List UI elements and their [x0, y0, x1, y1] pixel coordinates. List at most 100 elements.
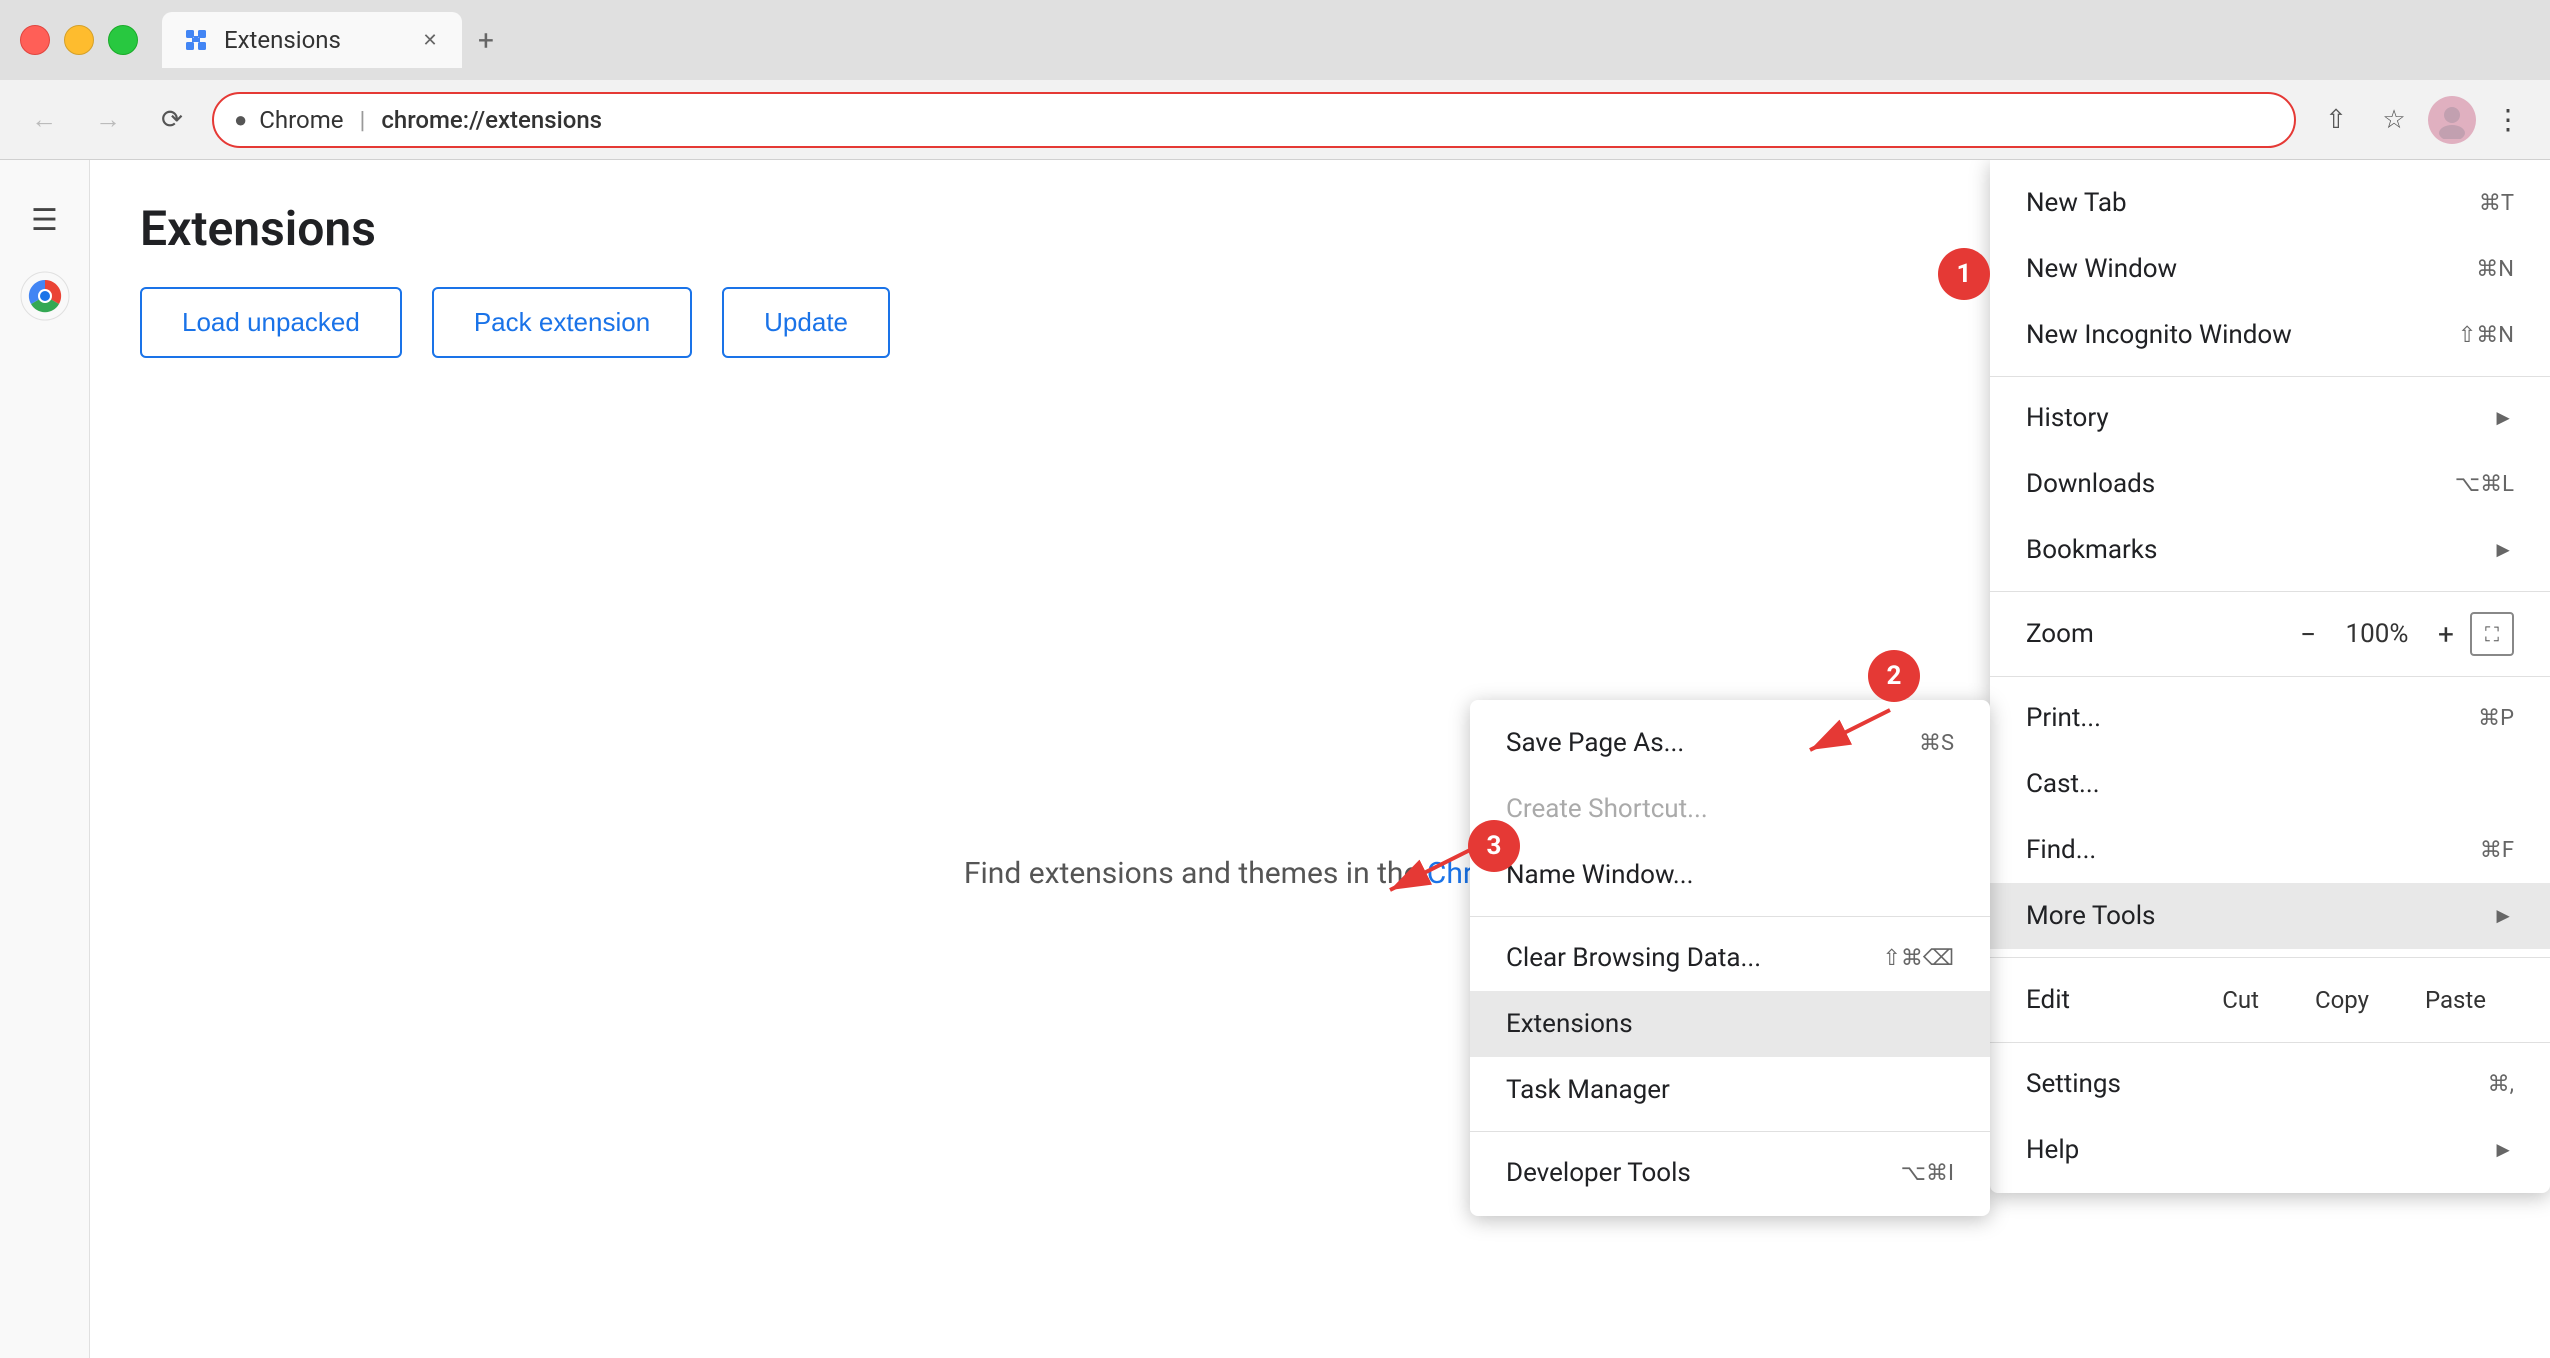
tab-bar: Extensions ✕ + — [162, 12, 2530, 68]
profile-button[interactable] — [2428, 96, 2476, 144]
menu-item-new-tab-label: New Tab — [2026, 188, 2127, 218]
menu-divider-4 — [1990, 957, 2550, 958]
tab-close-button[interactable]: ✕ — [418, 28, 442, 52]
menu-item-print-label: Print... — [2026, 703, 2101, 733]
share-button[interactable]: ⇧ — [2312, 96, 2360, 144]
step-badge-2: 2 — [1868, 650, 1920, 702]
menu-item-find[interactable]: Find... ⌘F — [1990, 817, 2550, 883]
zoom-value: 100% — [2332, 619, 2422, 649]
maximize-button[interactable] — [108, 25, 138, 55]
submenu-item-save-page-label: Save Page As... — [1506, 728, 1684, 758]
menu-item-more-tools-label: More Tools — [2026, 901, 2155, 931]
browser-window: Extensions ✕ + ▾ ← → ⟳ ● Chrome | chrome… — [0, 0, 2550, 1358]
menu-divider-2 — [1990, 591, 2550, 592]
menu-item-settings-label: Settings — [2026, 1069, 2121, 1099]
chrome-menu-button[interactable]: ⋮ — [2486, 103, 2530, 136]
menu-item-cast[interactable]: Cast... — [1990, 751, 2550, 817]
paste-button[interactable]: Paste — [2397, 976, 2514, 1024]
cut-button[interactable]: Cut — [2194, 976, 2287, 1024]
menu-item-new-window[interactable]: New Window ⌘N — [1990, 236, 2550, 302]
address-bar[interactable]: ● Chrome | chrome://extensions — [212, 92, 2296, 148]
submenu-item-save-page[interactable]: Save Page As... ⌘S — [1470, 710, 1990, 776]
menu-item-new-incognito[interactable]: New Incognito Window ⇧⌘N — [1990, 302, 2550, 368]
zoom-fullscreen-button[interactable]: ⛶ — [2470, 612, 2514, 656]
submenu-item-name-window[interactable]: Name Window... — [1470, 842, 1990, 908]
update-button[interactable]: Update — [722, 287, 890, 358]
submenu-item-extensions-label: Extensions — [1506, 1009, 1633, 1039]
menu-item-cast-label: Cast... — [2026, 769, 2100, 799]
back-button[interactable]: ← — [20, 96, 68, 144]
menu-item-print[interactable]: Print... ⌘P — [1990, 685, 2550, 751]
menu-item-zoom-label: Zoom — [2026, 619, 2284, 649]
menu-item-bookmarks[interactable]: Bookmarks ► — [1990, 517, 2550, 583]
submenu-item-developer-tools[interactable]: Developer Tools ⌥⌘I — [1470, 1140, 1990, 1206]
submenu-item-create-shortcut: Create Shortcut... — [1470, 776, 1990, 842]
menu-item-new-incognito-shortcut: ⇧⌘N — [2458, 323, 2514, 348]
close-button[interactable] — [20, 25, 50, 55]
menu-item-new-window-shortcut: ⌘N — [2476, 257, 2514, 282]
red-arrow-2 — [1790, 700, 1910, 760]
step-badge-1: 1 — [1938, 248, 1990, 300]
minimize-button[interactable] — [64, 25, 94, 55]
chrome-logo — [19, 270, 71, 326]
menu-item-find-label: Find... — [2026, 835, 2096, 865]
security-icon: ● — [234, 107, 247, 133]
submenu-item-developer-tools-label: Developer Tools — [1506, 1158, 1691, 1188]
load-unpacked-button[interactable]: Load unpacked — [140, 287, 402, 358]
submenu-item-name-window-label: Name Window... — [1506, 860, 1694, 890]
tab-title: Extensions — [224, 26, 404, 54]
menu-item-settings[interactable]: Settings ⌘, — [1990, 1051, 2550, 1117]
menu-item-history[interactable]: History ► — [1990, 385, 2550, 451]
menu-item-zoom: Zoom − 100% + ⛶ — [1990, 600, 2550, 668]
menu-item-downloads-label: Downloads — [2026, 469, 2155, 499]
new-tab-button[interactable]: + — [462, 16, 510, 64]
menu-divider-5 — [1990, 1042, 2550, 1043]
toolbar-right: ⇧ ☆ ⋮ — [2312, 96, 2530, 144]
title-bar: Extensions ✕ + ▾ — [0, 0, 2550, 80]
submenu-item-save-page-shortcut: ⌘S — [1919, 731, 1954, 756]
page-title: Extensions — [140, 200, 376, 257]
copy-button[interactable]: Copy — [2287, 976, 2397, 1024]
active-tab[interactable]: Extensions ✕ — [162, 12, 462, 68]
menu-item-downloads-shortcut: ⌥⌘L — [2455, 472, 2514, 497]
menu-item-downloads[interactable]: Downloads ⌥⌘L — [1990, 451, 2550, 517]
menu-item-new-window-label: New Window — [2026, 254, 2177, 284]
submenu-item-clear-browsing[interactable]: Clear Browsing Data... ⇧⌘⌫ — [1470, 925, 1990, 991]
step-badge-3: 3 — [1468, 820, 1520, 872]
menu-item-print-shortcut: ⌘P — [2478, 706, 2514, 731]
submenu-item-task-manager[interactable]: Task Manager — [1470, 1057, 1990, 1123]
pack-extension-button[interactable]: Pack extension — [432, 287, 692, 358]
zoom-minus-button[interactable]: − — [2284, 610, 2332, 658]
address-brand: Chrome — [259, 106, 343, 134]
submenu-divider-2 — [1470, 1131, 1990, 1132]
forward-button[interactable]: → — [84, 96, 132, 144]
address-url: chrome://extensions — [381, 106, 602, 134]
menu-arrow-bookmarks: ► — [2492, 537, 2514, 563]
address-separator: | — [360, 106, 366, 134]
menu-arrow-more-tools: ► — [2492, 903, 2514, 929]
menu-item-more-tools[interactable]: More Tools ► — [1990, 883, 2550, 949]
menu-divider-1 — [1990, 376, 2550, 377]
submenu-item-create-shortcut-label: Create Shortcut... — [1506, 794, 1708, 824]
menu-item-bookmarks-label: Bookmarks — [2026, 535, 2157, 565]
zoom-plus-button[interactable]: + — [2422, 610, 2470, 658]
menu-item-help-label: Help — [2026, 1135, 2079, 1165]
menu-item-new-tab[interactable]: New Tab ⌘T — [1990, 170, 2550, 236]
submenu-item-extensions[interactable]: Extensions — [1470, 991, 1990, 1057]
toolbar: ← → ⟳ ● Chrome | chrome://extensions ⇧ ☆… — [0, 80, 2550, 160]
menu-item-settings-shortcut: ⌘, — [2488, 1072, 2514, 1097]
bookmark-button[interactable]: ☆ — [2370, 96, 2418, 144]
page-content: ☰ Extensions 🔍 — [0, 160, 2550, 1358]
menu-arrow-help: ► — [2492, 1137, 2514, 1163]
submenu-item-clear-browsing-label: Clear Browsing Data... — [1506, 943, 1761, 973]
sidebar-menu-button[interactable]: ☰ — [15, 190, 75, 250]
menu-item-help[interactable]: Help ► — [1990, 1117, 2550, 1183]
menu-item-history-label: History — [2026, 403, 2109, 433]
menu-item-edit-label: Edit — [2026, 985, 2194, 1015]
menu-divider-3 — [1990, 676, 2550, 677]
tab-favicon-icon — [182, 26, 210, 54]
sidebar: ☰ — [0, 160, 90, 1358]
submenu-item-task-manager-label: Task Manager — [1506, 1075, 1670, 1105]
menu-item-find-shortcut: ⌘F — [2480, 838, 2514, 863]
reload-button[interactable]: ⟳ — [148, 96, 196, 144]
